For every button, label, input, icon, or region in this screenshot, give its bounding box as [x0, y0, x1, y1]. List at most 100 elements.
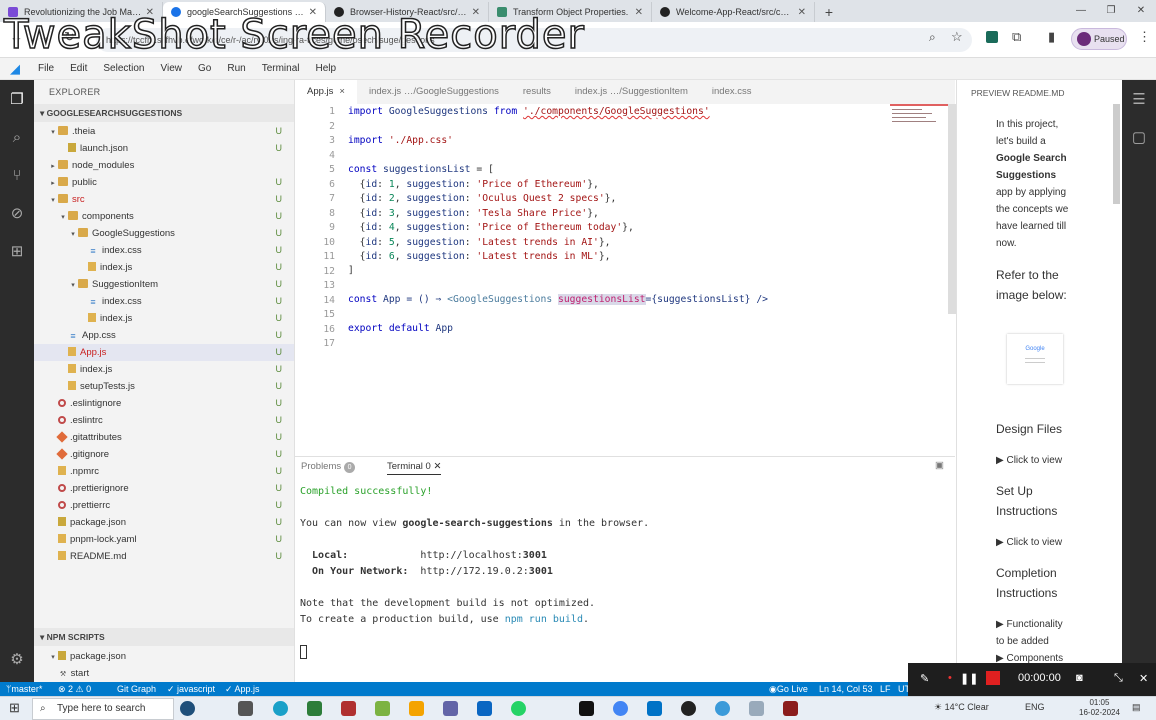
menu-terminal[interactable]: Terminal	[254, 63, 308, 74]
menu-selection[interactable]: Selection	[95, 63, 152, 74]
taskbar-app-icon[interactable]	[749, 701, 764, 716]
tree-file[interactable]: ≡ App.css U	[34, 327, 294, 344]
menu-go[interactable]: Go	[190, 63, 219, 74]
close-recorder-icon[interactable]: ✕	[1139, 672, 1148, 685]
new-tab-button[interactable]: +	[819, 2, 839, 22]
debug-icon[interactable]: ⊘	[7, 204, 27, 224]
settings-gear-icon[interactable]: ⚙	[7, 650, 27, 670]
problems-indicator[interactable]: ⊗ 2 ⚠ 0	[58, 682, 91, 696]
branch-indicator[interactable]: ᛘ master*	[6, 682, 42, 696]
x-icon[interactable]	[579, 701, 594, 716]
minimize-icon[interactable]: —	[1066, 0, 1096, 22]
design-click-to-view[interactable]: ▶ Click to view	[996, 452, 1082, 469]
zoom-icon[interactable]: ⌕	[929, 30, 936, 45]
setup-click-to-view[interactable]: ▶ Click to view	[996, 534, 1082, 551]
stop-icon[interactable]	[986, 671, 1000, 685]
search-icon[interactable]: ⌕	[7, 128, 27, 148]
file-indicator[interactable]: ✓ App.js	[225, 682, 260, 696]
taskbar-app-icon[interactable]	[783, 701, 798, 716]
source-control-icon[interactable]: ⑂	[7, 166, 27, 186]
tree-file[interactable]: index.js U	[34, 310, 294, 327]
tree-file[interactable]: .eslintignore U	[34, 395, 294, 412]
task-view-icon[interactable]	[238, 701, 253, 716]
preview-scrollbar[interactable]	[1113, 104, 1120, 204]
tree-file[interactable]: .prettierignore U	[34, 480, 294, 497]
tree-folder[interactable]: ▾ SuggestionItem U	[34, 276, 294, 293]
whatsapp-icon[interactable]	[511, 701, 526, 716]
weather-widget[interactable]: ☀ 14°C Clear	[934, 702, 989, 713]
tree-folder[interactable]: ▾ GoogleSuggestions U	[34, 225, 294, 242]
chrome-icon[interactable]	[613, 701, 628, 716]
edge-icon[interactable]	[273, 701, 288, 716]
sidebar-icon[interactable]: ▮	[1048, 29, 1055, 45]
tree-file[interactable]: launch.json U	[34, 140, 294, 157]
editor-scrollbar[interactable]	[948, 104, 956, 314]
tree-folder[interactable]: ▾ src U	[34, 191, 294, 208]
profile-paused-button[interactable]: Paused	[1071, 28, 1127, 50]
language-indicator[interactable]: ENG	[1025, 702, 1045, 712]
functionality-item[interactable]: ▶ Functionality to be added	[996, 616, 1082, 650]
more-menu-icon[interactable]: ⋮	[1138, 29, 1151, 45]
problems-tab[interactable]: Problems 0	[301, 461, 356, 473]
maximize-panel-icon[interactable]: ▣	[935, 460, 944, 471]
taskbar-app-icon[interactable]	[443, 701, 458, 716]
editor-tab-google-suggestions[interactable]: index.js …/GoogleSuggestions	[357, 80, 511, 104]
terminal-tab[interactable]: Terminal 0 ✕	[387, 461, 442, 475]
git-graph-button[interactable]: Git Graph	[117, 682, 156, 696]
menu-run[interactable]: Run	[219, 63, 253, 74]
tree-file[interactable]: index.js U	[34, 259, 294, 276]
preview-icon[interactable]: ▢	[1129, 128, 1149, 148]
menu-help[interactable]: Help	[308, 63, 345, 74]
tree-file[interactable]: ≡ index.css U	[34, 293, 294, 310]
pause-icon[interactable]: ❚❚	[960, 672, 978, 685]
editor-tab-suggestion-item[interactable]: index.js …/SuggestionItem	[563, 80, 700, 104]
camera-icon[interactable]: ◙	[1076, 672, 1083, 684]
tree-file[interactable]: package.json U	[34, 514, 294, 531]
tree-folder[interactable]: ▾ components U	[34, 208, 294, 225]
tree-file[interactable]: .eslintrc U	[34, 412, 294, 429]
minimap[interactable]	[890, 104, 948, 126]
terminal-cursor[interactable]	[300, 645, 307, 659]
npm-script-start[interactable]: ⚒ start	[34, 665, 294, 682]
tree-file[interactable]: ≡ index.css U	[34, 242, 294, 259]
github-icon[interactable]	[681, 701, 696, 716]
go-live-button[interactable]: ◉ Go Live	[769, 682, 808, 696]
browser-tab[interactable]: Welcome-App-React/src/comp ✕	[652, 2, 815, 22]
bookmark-star-icon[interactable]: ☆	[951, 29, 963, 45]
notification-icon[interactable]: ▤	[1132, 702, 1141, 713]
npm-scripts-section[interactable]: ▾ NPM SCRIPTS	[34, 628, 294, 646]
extensions-puzzle-icon[interactable]: ⧉	[1012, 29, 1021, 45]
editor-tab-index-css[interactable]: index.css	[700, 80, 764, 104]
editor-tab-results[interactable]: results	[511, 80, 563, 104]
extension-icon[interactable]	[986, 31, 998, 43]
taskbar-app-icon[interactable]	[375, 701, 390, 716]
taskbar-app-icon[interactable]	[715, 701, 730, 716]
taskbar-search-input[interactable]: ⌕ Type here to search	[32, 698, 174, 720]
tree-file[interactable]: .npmrc U	[34, 463, 294, 480]
close-window-icon[interactable]: ✕	[1126, 0, 1156, 22]
taskbar-app-icon[interactable]	[307, 701, 322, 716]
explorer-icon[interactable]: ❐	[7, 90, 27, 110]
close-icon[interactable]: ✕	[433, 461, 441, 472]
linkedin-icon[interactable]	[477, 701, 492, 716]
explorer-root-section[interactable]: ▾ GOOGLESEARCHSUGGESTIONS	[34, 104, 294, 122]
windows-start-icon[interactable]: ⊞	[9, 700, 20, 716]
tree-folder[interactable]: ▸ node_modules	[34, 157, 294, 174]
npm-package-item[interactable]: ▾ package.json	[34, 648, 294, 665]
tree-file[interactable]: .prettierrc U	[34, 497, 294, 514]
language-indicator[interactable]: ✓ javascript	[167, 682, 215, 696]
taskbar-app-icon[interactable]	[180, 701, 195, 716]
taskbar-app-icon[interactable]	[341, 701, 356, 716]
extensions-icon[interactable]: ⊞	[7, 242, 27, 262]
clock[interactable]: 01:05 16-02-2024	[1079, 698, 1120, 718]
close-tab-icon[interactable]: ✕	[635, 7, 643, 18]
taskbar-app-icon[interactable]	[409, 701, 424, 716]
tree-file[interactable]: .gitattributes U	[34, 429, 294, 446]
minimize-recorder-icon[interactable]: ⤡	[1114, 672, 1123, 685]
tree-file[interactable]: .gitignore U	[34, 446, 294, 463]
outline-icon[interactable]: ☰	[1129, 90, 1149, 110]
pen-icon[interactable]: ✎	[920, 672, 929, 685]
tree-file[interactable]: index.js U	[34, 361, 294, 378]
editor-tab-app-js[interactable]: App.js ×	[295, 80, 357, 104]
tree-file[interactable]: App.js U	[34, 344, 294, 361]
